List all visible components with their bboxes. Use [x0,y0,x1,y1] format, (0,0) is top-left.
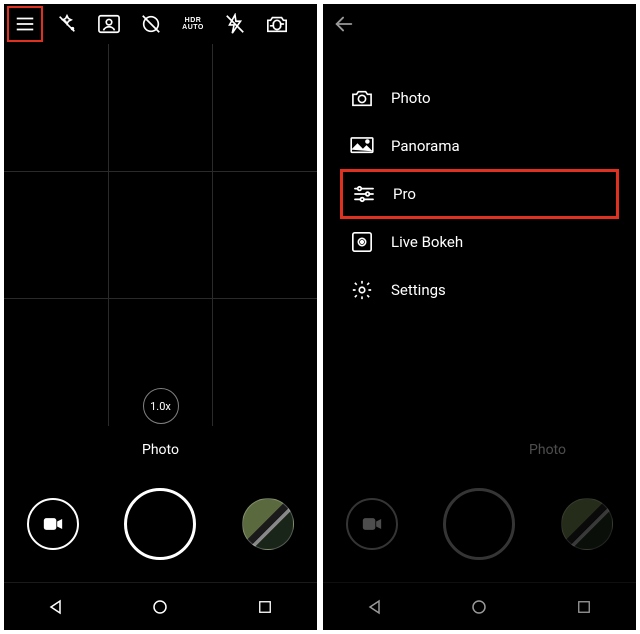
filter-off-icon[interactable] [134,7,168,41]
nav-back-icon[interactable] [45,596,67,618]
camera-topbar: HDR AUTO [4,4,317,44]
menu-item-pro[interactable]: Pro [341,170,618,218]
mode-label: Photo [529,442,566,458]
menu-item-label: Live Bokeh [391,233,463,251]
portrait-icon[interactable] [92,7,126,41]
nav-home-icon[interactable] [468,596,490,618]
hdr-text-line2: AUTO [182,24,204,31]
flash-off-icon[interactable] [218,7,252,41]
gallery-thumb[interactable] [561,498,613,550]
modes-menu: Photo Panorama Pro Live Bokeh [341,74,618,314]
settings-icon [349,277,375,303]
composition-grid [4,44,317,426]
zoom-label: 1.0x [150,400,171,413]
camera-viewfinder-screen: HDR AUTO 1.0x Photo [4,4,317,630]
nav-recent-icon[interactable] [573,596,595,618]
menu-item-label: Photo [391,89,431,107]
video-mode-button[interactable] [346,498,398,550]
menu-item-label: Settings [391,281,446,299]
nav-home-icon[interactable] [149,596,171,618]
menu-item-photo[interactable]: Photo [341,74,618,122]
nav-recent-icon[interactable] [254,596,276,618]
video-mode-button[interactable] [27,498,79,550]
android-navbar [323,582,636,630]
sliders-icon [351,181,377,207]
shutter-button[interactable] [443,488,515,560]
bokeh-icon [349,229,375,255]
menu-topbar [323,4,636,44]
hdr-text-line1: HDR [185,17,202,24]
back-arrow-icon[interactable] [327,7,361,41]
camera-modes-screen: Photo Panorama Pro Live Bokeh [323,4,636,630]
capture-controls-dim [323,488,636,560]
menu-item-label: Panorama [391,137,460,155]
capture-controls [4,488,317,560]
menu-item-settings[interactable]: Settings [341,266,618,314]
switch-camera-icon[interactable] [260,7,294,41]
mode-label: Photo [142,442,179,458]
android-navbar [4,582,317,630]
shutter-button[interactable] [124,488,196,560]
zoom-indicator[interactable]: 1.0x [143,388,179,424]
nav-back-icon[interactable] [364,596,386,618]
hdr-auto-icon[interactable]: HDR AUTO [176,7,210,41]
panorama-icon [349,133,375,159]
menu-icon[interactable] [8,7,42,41]
menu-item-live-bokeh[interactable]: Live Bokeh [341,218,618,266]
camera-icon [349,85,375,111]
menu-item-label: Pro [393,185,416,203]
menu-item-panorama[interactable]: Panorama [341,122,618,170]
gallery-thumb[interactable] [242,498,294,550]
magic-off-icon[interactable] [50,7,84,41]
